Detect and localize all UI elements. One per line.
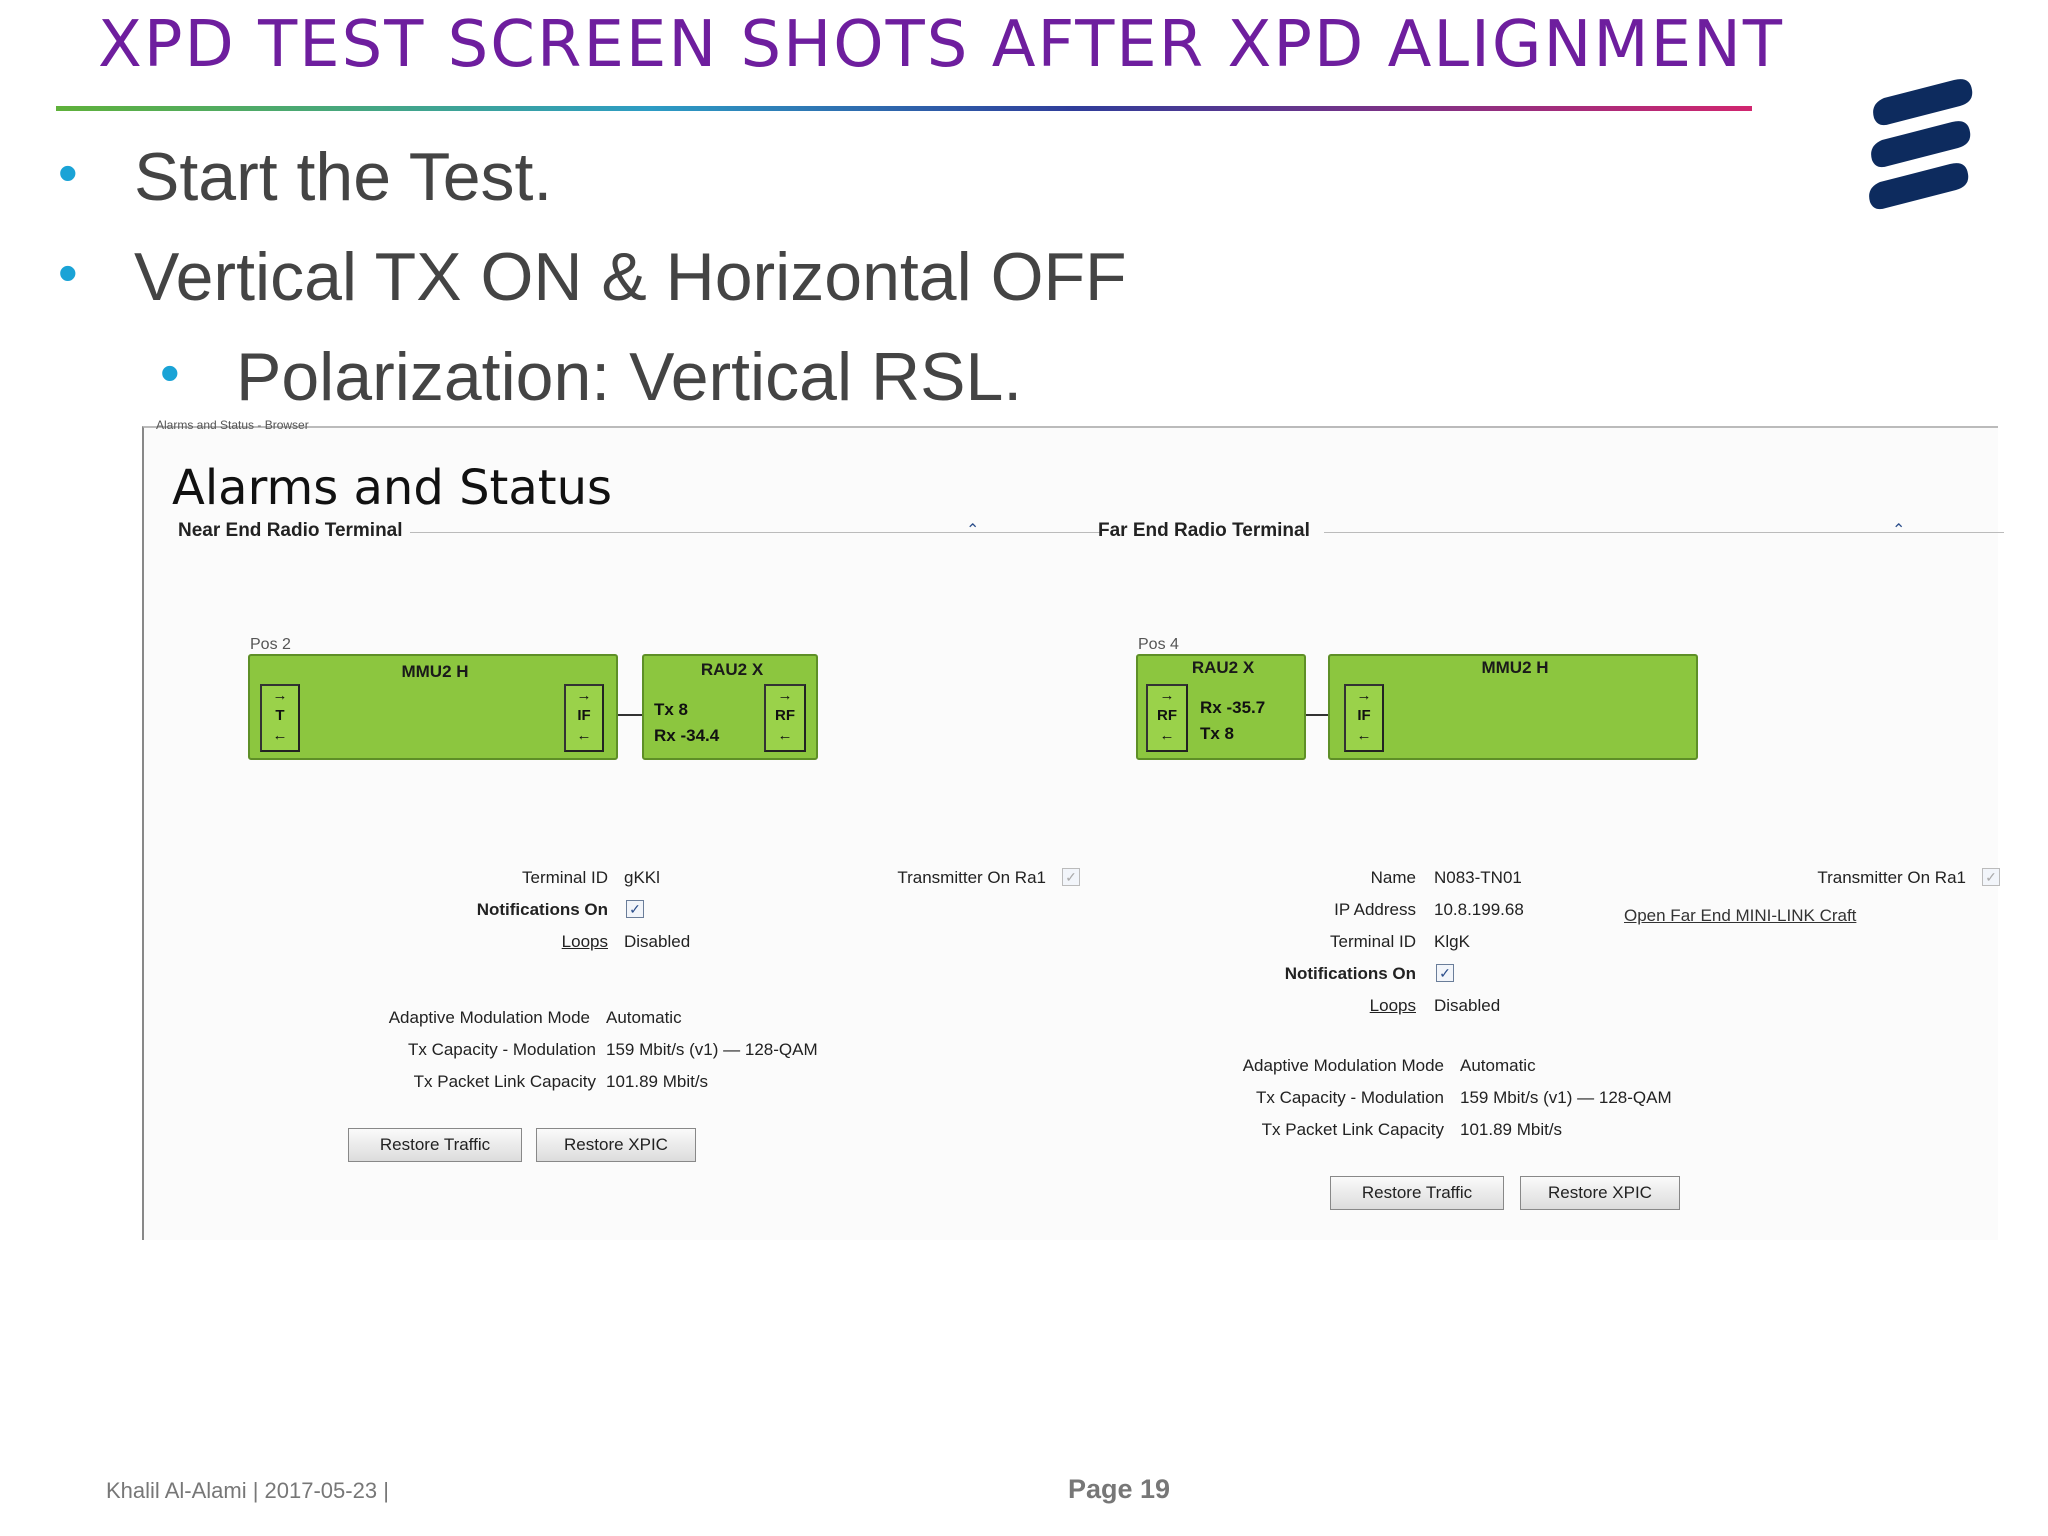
transmitter-label: Transmitter On Ra1 bbox=[897, 868, 1046, 887]
tx-capacity-label: Tx Capacity - Modulation bbox=[1255, 1088, 1444, 1107]
loops-value: Disabled bbox=[1434, 996, 1501, 1015]
notifications-checkbox[interactable]: ✓ bbox=[1436, 964, 1454, 982]
position-label: Pos 2 bbox=[250, 636, 291, 653]
near-rau-unit[interactable]: RAU2 X Tx 8 Rx -34.4 → RF ← bbox=[642, 654, 818, 760]
modulation-mode-label: Adaptive Modulation Mode bbox=[388, 1008, 590, 1027]
name-value: N083-TN01 bbox=[1434, 868, 1522, 887]
if-port[interactable]: → IF ← bbox=[564, 684, 604, 752]
tx-reading: Tx 8 bbox=[654, 700, 689, 719]
modulation-mode-value: Automatic bbox=[606, 1008, 682, 1027]
name-label: Name bbox=[1370, 868, 1416, 887]
unit-title: RAU2 X bbox=[700, 660, 764, 679]
rx-reading: Rx -35.7 bbox=[1200, 698, 1266, 717]
port-label: RF bbox=[775, 707, 795, 724]
packet-capacity-value: 101.89 Mbit/s bbox=[606, 1072, 709, 1091]
title-divider bbox=[56, 106, 1752, 111]
packet-capacity-value: 101.89 Mbit/s bbox=[1460, 1120, 1563, 1139]
bullet-dot: • bbox=[160, 341, 180, 404]
notifications-label: Notifications On bbox=[1284, 964, 1416, 983]
notifications-checkbox[interactable]: ✓ bbox=[626, 900, 644, 918]
chevron-up-icon[interactable]: ⌃ bbox=[966, 520, 979, 540]
bullet-vertical-tx: Vertical TX ON & Horizontal OFF bbox=[134, 239, 1127, 315]
loops-link[interactable]: Loops bbox=[344, 932, 608, 952]
terminal-id-value: gKKl bbox=[624, 868, 660, 887]
port-label: T bbox=[275, 707, 285, 724]
terminal-id-value: KlgK bbox=[1434, 932, 1470, 951]
arrow-right-icon: → bbox=[1159, 687, 1175, 704]
panel-title: Alarms and Status bbox=[172, 460, 613, 516]
arrow-right-icon: → bbox=[777, 687, 793, 704]
sub-bullet-polarization: Polarization: Vertical RSL. bbox=[236, 339, 1023, 415]
rf-port[interactable]: → RF ← bbox=[1146, 684, 1188, 752]
bullet-start-test: Start the Test. bbox=[134, 139, 553, 215]
arrow-right-icon: → bbox=[272, 687, 288, 704]
tx-reading: Tx 8 bbox=[1200, 724, 1235, 743]
far-mmu-unit[interactable]: MMU2 H → IF ← bbox=[1328, 654, 1698, 760]
ericsson-logo-icon bbox=[1869, 79, 1973, 210]
unit-title: MMU2 H bbox=[401, 662, 469, 681]
notifications-label: Notifications On bbox=[476, 900, 608, 919]
far-end-header: Far End Radio Terminal bbox=[1098, 520, 1310, 541]
section-divider bbox=[410, 532, 1100, 533]
ip-address-label: IP Address bbox=[1334, 900, 1416, 919]
packet-capacity-label: Tx Packet Link Capacity bbox=[413, 1072, 596, 1091]
open-far-end-craft-link[interactable]: Open Far End MINI-LINK Craft bbox=[1624, 906, 1856, 926]
connector bbox=[618, 714, 642, 716]
port-label: IF bbox=[577, 707, 591, 724]
footer-author-date: Khalil Al-Alami | 2017-05-23 | bbox=[106, 1478, 389, 1503]
tx-capacity-value: 159 Mbit/s (v1) — 128-QAM bbox=[1460, 1088, 1672, 1107]
terminal-id-label: Terminal ID bbox=[522, 868, 608, 887]
arrow-right-icon: → bbox=[576, 687, 592, 704]
tx-capacity-label: Tx Capacity - Modulation bbox=[407, 1040, 596, 1059]
t-port[interactable]: → T ← bbox=[260, 684, 300, 752]
restore-traffic-button[interactable]: Restore Traffic bbox=[348, 1128, 522, 1162]
port-label: IF bbox=[1357, 707, 1371, 724]
terminal-id-label: Terminal ID bbox=[1330, 932, 1416, 951]
connector bbox=[1306, 714, 1328, 716]
arrow-left-icon: ← bbox=[272, 727, 288, 744]
far-rau-unit[interactable]: RAU2 X → RF ← Rx -35.7 Tx 8 bbox=[1136, 654, 1306, 760]
transmitter-checkbox[interactable]: ✓ bbox=[1062, 868, 1080, 886]
arrow-left-icon: ← bbox=[1356, 727, 1372, 744]
rx-reading: Rx -34.4 bbox=[654, 726, 720, 745]
transmitter-checkbox[interactable]: ✓ bbox=[1982, 868, 2000, 886]
if-port[interactable]: → IF ← bbox=[1344, 684, 1384, 752]
restore-xpic-button[interactable]: Restore XPIC bbox=[1520, 1176, 1680, 1210]
unit-title: MMU2 H bbox=[1481, 658, 1549, 677]
tx-capacity-value: 159 Mbit/s (v1) — 128-QAM bbox=[606, 1040, 818, 1059]
arrow-left-icon: ← bbox=[576, 727, 592, 744]
slide-title: XPD TEST SCREEN SHOTS AFTER XPD ALIGNMEN… bbox=[98, 8, 1784, 82]
transmitter-label: Transmitter On Ra1 bbox=[1817, 868, 1966, 887]
restore-xpic-button[interactable]: Restore XPIC bbox=[536, 1128, 696, 1162]
packet-capacity-label: Tx Packet Link Capacity bbox=[1261, 1120, 1444, 1139]
ip-address-value: 10.8.199.68 bbox=[1434, 900, 1524, 919]
arrow-right-icon: → bbox=[1356, 687, 1372, 704]
position-label: Pos 4 bbox=[1138, 636, 1179, 653]
bullet-dot: • bbox=[58, 141, 78, 204]
modulation-mode-label: Adaptive Modulation Mode bbox=[1242, 1056, 1444, 1075]
window-caption: Alarms and Status - Browser bbox=[156, 418, 309, 432]
chevron-up-icon[interactable]: ⌃ bbox=[1892, 520, 1905, 540]
loops-value: Disabled bbox=[624, 932, 691, 951]
page-number: Page 19 bbox=[1068, 1474, 1171, 1504]
loops-link[interactable]: Loops bbox=[1194, 996, 1416, 1016]
restore-traffic-button[interactable]: Restore Traffic bbox=[1330, 1176, 1504, 1210]
bullet-dot: • bbox=[58, 241, 78, 304]
rf-port[interactable]: → RF ← bbox=[764, 684, 806, 752]
arrow-left-icon: ← bbox=[1159, 727, 1175, 744]
port-label: RF bbox=[1157, 707, 1177, 724]
near-mmu-unit[interactable]: MMU2 H → T ← → IF ← bbox=[248, 654, 618, 760]
alarms-status-window: Alarms and Status - Browser Alarms and S… bbox=[142, 418, 2004, 1240]
modulation-mode-value: Automatic bbox=[1460, 1056, 1536, 1075]
arrow-left-icon: ← bbox=[777, 727, 793, 744]
unit-title: RAU2 X bbox=[1191, 658, 1255, 677]
near-end-header: Near End Radio Terminal bbox=[178, 520, 403, 541]
